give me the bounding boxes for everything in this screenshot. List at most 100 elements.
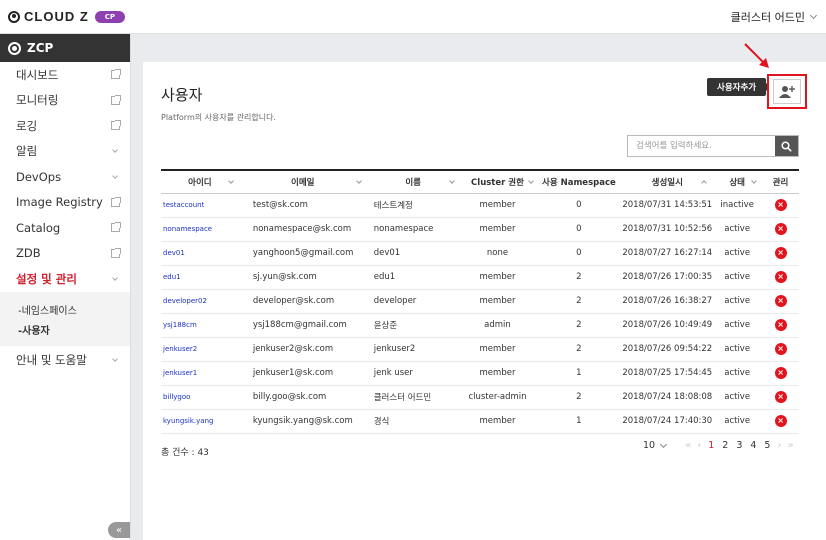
sidebar-item-logging[interactable]: 로깅 (0, 113, 130, 139)
page-number-4[interactable]: 4 (750, 440, 756, 451)
user-id-link[interactable]: ysj188cm (161, 321, 197, 329)
cell-cluster-role: member (459, 265, 536, 290)
add-user-icon (779, 85, 795, 98)
add-user-button[interactable] (767, 74, 807, 109)
submenu-item-users[interactable]: -사용자 (0, 320, 130, 340)
sidebar-item-label: ZDB (16, 246, 41, 261)
search-button[interactable] (775, 136, 798, 156)
search-input[interactable] (628, 136, 775, 156)
cell-status: active (712, 265, 763, 290)
user-id-link[interactable]: dev01 (161, 249, 185, 257)
external-link-icon (111, 247, 121, 258)
cell-created: 2018/07/26 10:49:49 (622, 313, 713, 338)
cell-id: ysj188cm (161, 313, 239, 338)
sidebar-item-devops[interactable]: DevOps (0, 164, 130, 190)
logo[interactable]: CLOUD Z CP (8, 9, 126, 24)
page-size-select[interactable]: 10 (643, 440, 668, 451)
page-number-3[interactable]: 3 (736, 440, 742, 451)
sidebar-item-catalog[interactable]: Catalog (0, 215, 130, 241)
table-row: jenkuser1 jenkuser1@sk.com jenk user member… (161, 361, 799, 386)
sidebar-brand[interactable]: ZCP (0, 34, 130, 62)
column-header-manage: 관리 (772, 177, 789, 188)
user-id-link[interactable]: billygoo (161, 393, 190, 401)
delete-user-icon[interactable]: × (774, 247, 787, 259)
cell-name: jenkuser2 (366, 337, 460, 362)
cell-status: active (712, 241, 763, 266)
column-header-status[interactable]: 상태 (712, 170, 762, 193)
cell-cluster-role: member (459, 193, 536, 218)
cell-namespace-count: 1 (535, 409, 623, 434)
delete-user-icon[interactable]: × (774, 391, 787, 403)
cell-id: nonamespace (161, 217, 239, 242)
table-row: dev01 yanghoon5@gmail.com dev01 none 0 2018/0… (161, 241, 799, 266)
cell-manage: × (762, 217, 799, 242)
cell-id: developer02 (161, 289, 239, 314)
sidebar-item-alerts[interactable]: 알림 (0, 139, 130, 165)
cell-namespace-count: 2 (535, 313, 623, 338)
users-panel: 사용자 Platform의 사용자를 관리합니다. 사용자추가 검색어를 입력하… (143, 43, 826, 540)
table-row: jenkuser2 jenkuser2@sk.com jenkuser2 member… (161, 337, 799, 362)
last-page-button[interactable]: » (787, 440, 793, 451)
page-number-1[interactable]: 1 (708, 440, 714, 451)
cell-status: active (712, 289, 763, 314)
user-id-link[interactable]: jenkuser2 (161, 345, 197, 353)
sort-icon (355, 178, 362, 184)
submenu-item-namespace[interactable]: -네임스페이스 (0, 300, 130, 320)
user-id-link[interactable]: kyungsik.yang (161, 417, 213, 425)
page-number-5[interactable]: 5 (764, 440, 770, 451)
cell-namespace-count: 0 (535, 217, 623, 242)
external-link-icon (111, 222, 121, 233)
cell-cluster-role: member (459, 337, 536, 362)
cell-created: 2018/07/27 16:27:14 (622, 241, 713, 266)
user-id-link[interactable]: jenkuser1 (161, 369, 197, 377)
page-size-value: 10 (643, 440, 656, 451)
sidebar-item-image-registry[interactable]: Image Registry (0, 190, 130, 216)
cell-manage: × (762, 361, 799, 386)
delete-user-icon[interactable]: × (774, 295, 787, 307)
cell-name: nonamespace (366, 217, 460, 242)
column-header-cluster-role[interactable]: Cluster 권한 (460, 170, 536, 193)
cell-created: 2018/07/25 17:54:45 (622, 361, 713, 386)
sidebar-item-monitoring[interactable]: 모니터링 (0, 88, 130, 114)
search-icon (781, 140, 792, 152)
sidebar-menu: 대시보드 모니터링 로깅 알림 DevOps Image Registry Ca… (0, 62, 130, 373)
delete-user-icon[interactable]: × (774, 223, 787, 235)
cell-email: developer@sk.com (238, 289, 367, 314)
prev-page-button[interactable]: ‹ (697, 440, 701, 451)
delete-user-icon[interactable]: × (774, 319, 787, 331)
cell-status: active (712, 313, 763, 338)
column-header-created[interactable]: 생성일시 (622, 170, 712, 193)
cell-created: 2018/07/31 14:53:51 (622, 193, 713, 218)
cell-id: jenkuser1 (161, 361, 239, 386)
delete-user-icon[interactable]: × (774, 415, 787, 427)
delete-user-icon[interactable]: × (774, 343, 787, 355)
page-number-2[interactable]: 2 (722, 440, 728, 451)
cell-namespace-count: 2 (535, 289, 623, 314)
next-page-button[interactable]: › (777, 440, 781, 451)
table-row: nonamespace nonamespace@sk.com nonamespace… (161, 217, 799, 242)
user-id-link[interactable]: nonamespace (161, 225, 212, 233)
cell-created: 2018/07/24 18:08:08 (622, 385, 713, 410)
column-header-id[interactable]: 아이디 (161, 170, 239, 193)
sidebar-item-help[interactable]: 안내 및 도움말 (0, 348, 130, 374)
cell-name: 윤상준 (366, 313, 460, 338)
delete-user-icon[interactable]: × (774, 199, 787, 211)
delete-user-icon[interactable]: × (774, 271, 787, 283)
first-page-button[interactable]: « (685, 440, 691, 451)
cell-created: 2018/07/24 17:40:30 (622, 409, 713, 434)
sidebar-collapse-button[interactable]: « (108, 522, 130, 538)
cell-id: kyungsik.yang (161, 409, 239, 434)
column-header-name[interactable]: 이름 (367, 170, 460, 193)
user-id-link[interactable]: developer02 (161, 297, 207, 305)
cell-email: jenkuser1@sk.com (238, 361, 367, 386)
delete-user-icon[interactable]: × (774, 367, 787, 379)
column-header-email[interactable]: 이메일 (239, 170, 367, 193)
user-id-link[interactable]: edu1 (161, 273, 181, 281)
user-menu[interactable]: 클러스터 어드민 (731, 9, 818, 25)
sidebar-item-zdb[interactable]: ZDB (0, 241, 130, 267)
sidebar-item-label: DevOps (16, 169, 62, 184)
settings-submenu: -네임스페이스 -사용자 (0, 291, 130, 346)
sidebar-item-dashboard[interactable]: 대시보드 (0, 62, 130, 88)
user-id-link[interactable]: testaccount (161, 201, 204, 209)
sidebar-item-settings[interactable]: 설정 및 관리 (0, 266, 130, 292)
